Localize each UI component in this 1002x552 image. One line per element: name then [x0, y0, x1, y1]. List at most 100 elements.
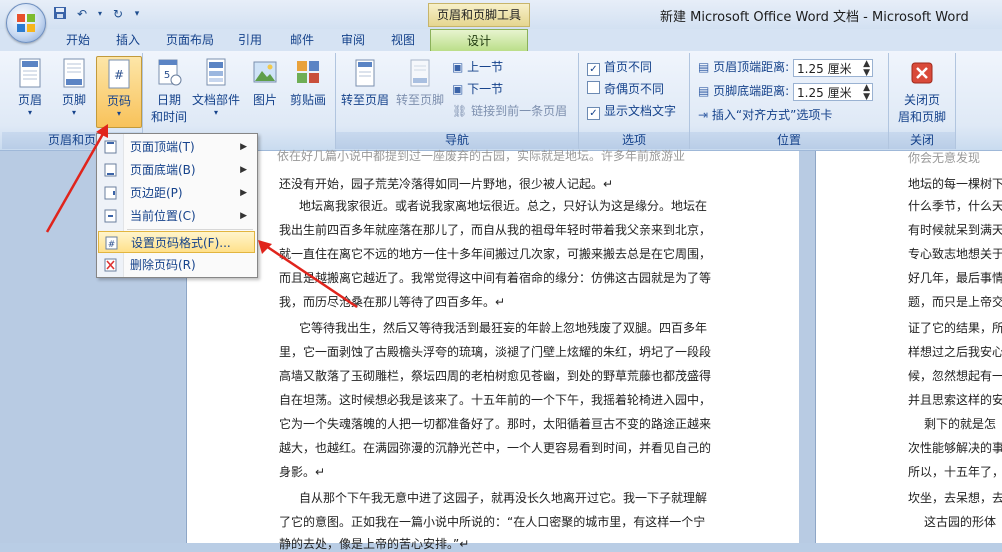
- footer-bottom-distance-input[interactable]: 1.25 厘米 ▲ ▼: [793, 82, 874, 102]
- menu-item-page-margins[interactable]: 页边距(P) ▶: [98, 182, 255, 204]
- document-page[interactable]: 依在好几篇小说中都提到过一座废弃的古园，实际就是地坛。许多年前旅游业 还没有开始…: [186, 149, 800, 551]
- doc-line: 而且是越搬离它越近了。我常觉得这中间有着宿命的缘分：仿佛这古园就是为了等: [279, 271, 712, 285]
- office-logo-icon: [17, 14, 35, 32]
- tab-mailings[interactable]: 邮件: [282, 29, 322, 51]
- spin-up-down-icon[interactable]: ▲ ▼: [863, 83, 870, 102]
- doc-line: 自在坦荡。这时候想必我是该来了。十五年前的一个下午，我摇着轮椅进入园中，: [279, 393, 712, 407]
- right-line: 这古园的形体: [924, 515, 997, 529]
- picture-button[interactable]: 图片: [245, 56, 285, 126]
- different-odd-even-check[interactable]: [587, 81, 600, 94]
- undo-icon[interactable]: ↶: [74, 6, 90, 22]
- doc-line: 身影。↵: [279, 465, 326, 479]
- tab-view[interactable]: 视图: [383, 29, 423, 51]
- next-section-button[interactable]: ▣ 下一节: [452, 79, 503, 99]
- tab-design[interactable]: 设计: [430, 29, 528, 52]
- tab-home[interactable]: 开始: [58, 29, 98, 51]
- customize-qat-icon[interactable]: ▾: [132, 6, 142, 22]
- submenu-arrow-icon: ▶: [240, 165, 247, 175]
- link-to-previous-button[interactable]: ⛓ 链接到前一条页眉: [452, 101, 567, 121]
- document-page-gap: [799, 151, 815, 543]
- document-page-right[interactable]: 你会无意发现 地坛的每一棵树下 什么季节，什么天 有时候就呆到满天 专心致志地想…: [815, 151, 1002, 543]
- alignment-tab-icon: ⇥: [698, 108, 709, 122]
- redo-icon[interactable]: ↻: [110, 6, 126, 22]
- right-line: 好几年，最后事情: [908, 271, 1002, 285]
- right-line: 剩下的就是怎: [924, 417, 997, 431]
- show-document-text-check[interactable]: ✓: [587, 107, 600, 120]
- header-button[interactable]: 页眉 ▾: [8, 56, 52, 126]
- picture-label: 图片: [252, 93, 277, 107]
- next-section-label: 下一节: [467, 82, 504, 96]
- goto-footer-label: 转至页脚: [395, 93, 444, 107]
- doc-line: 地坛离我家很近。或者说我家离地坛很近。总之，只好认为这是缘分。地坛在: [299, 199, 708, 213]
- close-header-footer-button[interactable]: 关闭页 眉和页脚: [895, 56, 949, 126]
- menu-item-format-page-numbers[interactable]: # 设置页码格式(F)...: [98, 231, 255, 253]
- menu-item-page-top[interactable]: 页面顶端(T) ▶: [98, 136, 255, 158]
- right-line: 有时候就呆到满天: [908, 223, 1002, 237]
- right-line: 什么季节，什么天: [908, 199, 1002, 213]
- right-line: 候，忽然想起有一: [908, 369, 1002, 383]
- date-time-label-1: 日期: [156, 93, 181, 107]
- different-first-page-checkbox[interactable]: ✓ 首页不同: [587, 57, 652, 77]
- footer-icon: [63, 58, 85, 88]
- header-position-icon: ▤: [698, 60, 710, 74]
- tab-review[interactable]: 审阅: [333, 29, 373, 51]
- previous-section-button[interactable]: ▣ 上一节: [452, 57, 503, 77]
- goto-header-button[interactable]: 转至页眉: [338, 56, 392, 126]
- spin-up-down-icon[interactable]: ▲ ▼: [863, 59, 870, 78]
- different-first-page-label: 首页不同: [604, 60, 653, 74]
- header-top-distance-value: 1.25 厘米: [797, 61, 852, 76]
- header-top-distance-input[interactable]: 1.25 厘米 ▲ ▼: [793, 58, 874, 78]
- goto-footer-button[interactable]: 转至页脚: [394, 56, 446, 126]
- menu-item-current-position[interactable]: 当前位置(C) ▶: [98, 205, 255, 227]
- header-button-label: 页眉: [17, 93, 42, 107]
- page-number-button-label: 页码: [106, 94, 131, 108]
- clipart-button[interactable]: 剪贴画: [285, 56, 331, 126]
- undo-dropdown-icon[interactable]: ▾: [96, 6, 104, 22]
- office-button[interactable]: [6, 3, 46, 43]
- doc-line: 我，而历尽沧桑在那儿等待了四百多年。↵: [279, 295, 506, 309]
- doc-line: 高墙又散落了玉砌雕栏，祭坛四周的老柏树愈见苍幽，到处的野草荒藤也都茂盛得: [279, 369, 712, 383]
- menu-item-remove-page-numbers[interactable]: 删除页码(R): [98, 254, 255, 276]
- date-time-label-2: 和时间: [150, 110, 187, 124]
- right-line: 次性能够解决的事: [908, 441, 1002, 455]
- footer-dropdown-icon: ▾: [71, 108, 76, 117]
- right-line: 题，而只是上帝交: [908, 295, 1002, 309]
- date-time-button[interactable]: 5 日期 和时间: [147, 56, 191, 126]
- context-tab-group-title: 页眉和页脚工具: [428, 3, 530, 27]
- date-time-icon: 5: [158, 59, 182, 86]
- right-line: 坎坐，去呆想，去: [908, 491, 1002, 505]
- document-parts-icon: [206, 58, 226, 86]
- menu-item-label: 页面底端(B): [130, 163, 196, 177]
- ribbon-tabs: 开始 插入 页面布局 引用 邮件 审阅 视图 设计: [0, 29, 1002, 52]
- menu-item-label: 设置页码格式(F)...: [131, 236, 231, 250]
- doc-line: 越大，也越红。在满园弥漫的沉静光芒中，一个人更容易看到时间，并看见自己的: [279, 441, 712, 455]
- header-top-distance: ▤ 页眉顶端距离: 1.25 厘米 ▲ ▼: [698, 57, 874, 78]
- doc-line: 了它的意图。正如我在一篇小说中所说的：“在人口密聚的城市里，有这样一个宁: [279, 515, 706, 529]
- right-line: 地坛的每一棵树下: [908, 177, 1002, 191]
- tab-page-layout[interactable]: 页面布局: [158, 29, 222, 51]
- footer-position-icon: ▤: [698, 84, 710, 98]
- document-parts-button[interactable]: 文档部件 ▾: [191, 56, 241, 126]
- show-document-text-checkbox[interactable]: ✓ 显示文档文字: [587, 101, 676, 121]
- remove-page-number-icon: [104, 258, 117, 272]
- save-icon[interactable]: [52, 6, 68, 22]
- different-odd-even-checkbox[interactable]: 奇偶页不同: [587, 79, 664, 99]
- insert-alignment-tab-button[interactable]: ⇥ 插入“对齐方式”选项卡: [698, 105, 832, 125]
- menu-item-page-bottom[interactable]: 页面底端(B) ▶: [98, 159, 255, 181]
- footer-button[interactable]: 页脚 ▾: [52, 56, 96, 126]
- page-number-button[interactable]: # 页码 ▾: [96, 56, 142, 128]
- different-odd-even-label: 奇偶页不同: [604, 82, 665, 96]
- previous-section-icon: ▣: [452, 60, 464, 74]
- footer-button-label: 页脚: [61, 93, 86, 107]
- tab-references[interactable]: 引用: [230, 29, 270, 51]
- doc-line: 还没有开始，园子荒芜冷落得如同一片野地，很少被人记起。↵: [279, 177, 614, 191]
- menu-separator: [127, 229, 253, 230]
- tab-insert[interactable]: 插入: [108, 29, 148, 51]
- footer-bottom-distance-value: 1.25 厘米: [797, 85, 852, 100]
- different-first-page-check[interactable]: ✓: [587, 63, 600, 76]
- menu-item-label: 当前位置(C): [130, 209, 196, 223]
- link-previous-icon: ⛓: [452, 104, 468, 118]
- page-number-icon: #: [108, 59, 130, 89]
- doc-line: 我出生前四百多年就座落在那儿了，而自从我的祖母年轻时带着我父亲来到北京，: [279, 223, 712, 237]
- show-document-text-label: 显示文档文字: [604, 104, 677, 118]
